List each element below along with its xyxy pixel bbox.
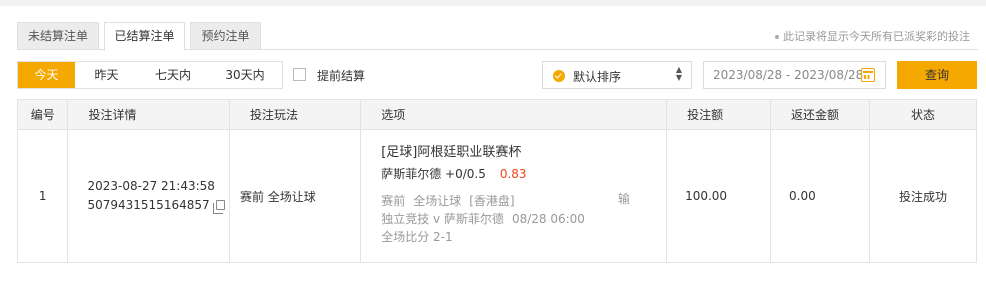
- check-circle-icon: [553, 70, 565, 82]
- sort-select[interactable]: 默认排序 ▲ ▼: [542, 61, 692, 89]
- bets-table: 编号 投注详情 投注玩法 选项 投注额 返还金额 状态 1 2023-08-27…: [16, 99, 978, 263]
- selection-line: 萨斯菲尔德 +0/0.5 0.83: [381, 166, 666, 182]
- bet-status: 投注成功: [868, 129, 978, 263]
- header-play: 投注玩法: [228, 99, 362, 130]
- bullet-icon: [775, 35, 779, 39]
- date-range-input[interactable]: 2023/08/28 - 2023/08/28: [703, 61, 886, 89]
- header-option: 选项: [360, 99, 668, 130]
- sort-label: 默认排序: [573, 70, 622, 84]
- bet-datetime: 2023-08-27 21:43:58: [87, 179, 215, 193]
- bet-detail-cell: 2023-08-27 21:43:58 5079431515164857: [67, 129, 230, 263]
- score-line: 全场比分 2-1: [381, 230, 453, 244]
- odds: 0.83: [499, 167, 527, 181]
- date-range-value: 2023/08/28 - 2023/08/28: [713, 68, 864, 82]
- range-today-button[interactable]: 今天: [18, 62, 75, 88]
- row-no: 1: [16, 129, 69, 263]
- header-detail: 投注详情: [67, 99, 230, 130]
- bet-result: 输: [618, 192, 631, 206]
- early-settle-label: 提前结算: [317, 69, 366, 83]
- tab-reserved[interactable]: 预约注单: [190, 22, 261, 50]
- top-divider: [0, 0, 986, 6]
- header-return: 返还金额: [770, 99, 870, 130]
- tab-settled[interactable]: 已结算注单: [104, 22, 185, 51]
- header-no: 编号: [16, 99, 69, 130]
- market-type: 全场让球: [413, 194, 462, 208]
- copy-icon[interactable]: [212, 200, 225, 214]
- early-settle-checkbox[interactable]: [293, 68, 306, 81]
- match-time: 08/28 06:00: [511, 212, 585, 226]
- bet-return: 0.00: [770, 129, 870, 263]
- odds-format: [香港盘]: [469, 194, 515, 208]
- query-button[interactable]: 查询: [897, 61, 977, 89]
- market-stage: 赛前: [381, 194, 406, 208]
- match-line: 独立竞技 v 萨斯菲尔德 08/28 06:00: [381, 210, 666, 228]
- bet-option-cell: [足球]阿根廷职业联赛杯 萨斯菲尔德 +0/0.5 0.83 赛前 全场让球 [香港盘…: [360, 129, 668, 263]
- range-30days-button[interactable]: 30天内: [208, 62, 282, 88]
- note-text: 此记录将显示今天所有已派奖彩的投注: [783, 30, 970, 43]
- bet-order-id-line: 5079431515164857: [87, 196, 229, 215]
- table-row: 1 2023-08-27 21:43:58 5079431515164857 赛…: [16, 129, 978, 263]
- range-7days-button[interactable]: 七天内: [138, 62, 208, 88]
- match-teams: 独立竞技 v 萨斯菲尔德: [381, 212, 504, 226]
- settled-note: 此记录将显示今天所有已派奖彩的投注: [775, 28, 970, 44]
- calendar-icon[interactable]: [861, 68, 875, 82]
- selection: 萨斯菲尔德 +0/0.5: [381, 167, 486, 181]
- range-yesterday-button[interactable]: 昨天: [75, 62, 138, 88]
- date-range-segment: 今天 昨天 七天内 30天内: [17, 61, 283, 89]
- tab-unsettled[interactable]: 未结算注单: [17, 22, 99, 50]
- bet-order-id: 5079431515164857: [87, 198, 210, 212]
- table-header-row: 编号 投注详情 投注玩法 选项 投注额 返还金额 状态: [16, 99, 978, 130]
- bet-tabs: 未结算注单 已结算注单 预约注单 此记录将显示今天所有已派奖彩的投注: [17, 22, 978, 51]
- bet-stake: 100.00: [666, 129, 772, 263]
- sort-arrows-icon: ▲ ▼: [675, 65, 682, 82]
- league-name: [足球]阿根廷职业联赛杯: [381, 145, 522, 160]
- bet-play: 赛前 全场让球: [228, 129, 362, 263]
- filter-bar: 今天 昨天 七天内 30天内 提前结算 默认排序 ▲ ▼ 2023/08/28 -…: [17, 61, 978, 89]
- header-stake: 投注额: [666, 99, 772, 130]
- header-status: 状态: [868, 99, 978, 130]
